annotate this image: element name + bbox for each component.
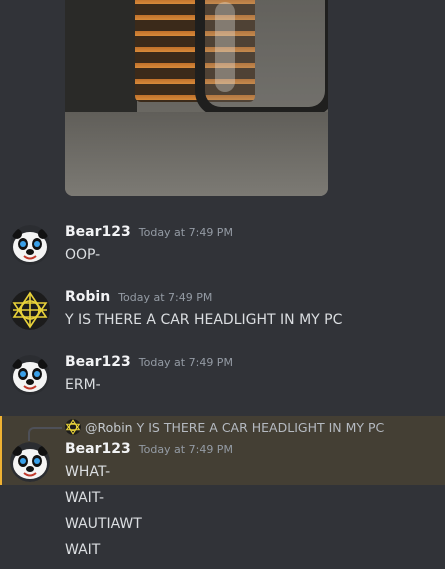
message-text: Y IS THERE A CAR HEADLIGHT IN MY PC	[65, 312, 343, 328]
yellow-pattern-avatar-icon	[65, 419, 81, 435]
message-text: WHAT-	[65, 464, 111, 480]
username[interactable]: Robin	[65, 289, 110, 305]
photo-shadow	[65, 0, 137, 122]
message-group: Robin Today at 7:49 PM Y IS THERE A CAR …	[0, 289, 445, 337]
message-text: WAIT-	[65, 490, 105, 506]
message-group: Bear123 Today at 7:49 PM WHAT- WAIT- WAU…	[0, 441, 445, 569]
yellow-pattern-avatar-icon[interactable]	[10, 290, 50, 330]
reply-mention[interactable]: @Robin	[85, 420, 133, 435]
timestamp[interactable]: Today at 7:49 PM	[139, 356, 233, 369]
username[interactable]: Bear123	[65, 354, 131, 370]
reply-reference[interactable]: @Robin Y IS THERE A CAR HEADLIGHT IN MY …	[65, 419, 384, 435]
message-group: Bear123 Today at 7:49 PM ERM-	[0, 354, 445, 402]
image-attachment[interactable]	[65, 0, 328, 196]
message-header: Bear123 Today at 7:49 PM	[65, 224, 233, 240]
panda-avatar-icon[interactable]	[10, 355, 50, 395]
reply-preview-text[interactable]: Y IS THERE A CAR HEADLIGHT IN MY PC	[137, 420, 385, 435]
message-header: Robin Today at 7:49 PM	[65, 289, 212, 305]
chat-messages: Bear123 Today at 7:49 PM OOP- Robin Toda…	[0, 0, 445, 569]
timestamp[interactable]: Today at 7:49 PM	[139, 443, 233, 456]
message-text: WAUTIAWT	[65, 516, 142, 532]
message-header: Bear123 Today at 7:49 PM	[65, 441, 233, 457]
reply-connector	[28, 427, 62, 441]
photo-reflection	[215, 2, 235, 92]
message-group: Bear123 Today at 7:49 PM OOP-	[0, 224, 445, 272]
message-text: ERM-	[65, 377, 101, 393]
panda-avatar-icon[interactable]	[10, 225, 50, 265]
message-text: WAIT	[65, 542, 101, 558]
message-header: Bear123 Today at 7:49 PM	[65, 354, 233, 370]
photo-base	[65, 112, 328, 196]
panda-avatar-icon[interactable]	[10, 442, 50, 482]
username[interactable]: Bear123	[65, 441, 131, 457]
username[interactable]: Bear123	[65, 224, 131, 240]
timestamp[interactable]: Today at 7:49 PM	[118, 291, 212, 304]
message-text: OOP-	[65, 247, 101, 263]
timestamp[interactable]: Today at 7:49 PM	[139, 226, 233, 239]
